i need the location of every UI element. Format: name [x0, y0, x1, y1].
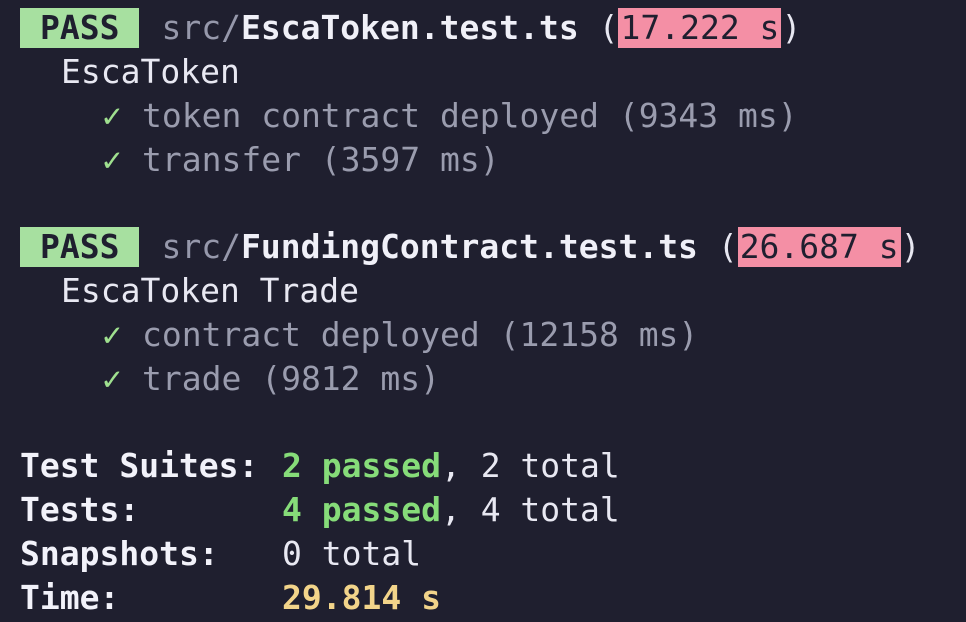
test-result-row: ✓ trade (9812 ms) — [20, 357, 966, 401]
test-result-text: trade (9812 ms) — [142, 359, 441, 398]
describe-block: EscaToken — [20, 50, 966, 94]
pass-badge: PASS — [20, 8, 140, 48]
suite-duration: 17.222 s — [618, 8, 782, 48]
suite-duration: 26.687 s — [737, 227, 901, 267]
check-icon: ✓ — [102, 140, 122, 179]
terminal-output: PASS src/EscaToken.test.ts (17.222 s) Esc… — [20, 6, 966, 620]
total-time: 29.814 s — [282, 578, 441, 617]
check-icon: ✓ — [102, 359, 122, 398]
test-result-row: ✓ transfer (3597 ms) — [20, 138, 966, 182]
summary-suites: Test Suites: 2 passed, 2 total — [20, 444, 966, 488]
suite-file-name: EscaToken.test.ts — [240, 8, 579, 47]
summary-tests: Tests: 4 passed, 4 total — [20, 488, 966, 532]
test-result-row: ✓ token contract deployed (9343 ms) — [20, 94, 966, 138]
describe-block: EscaToken Trade — [20, 269, 966, 313]
suite-path-dir: src/ — [161, 227, 241, 266]
passed-count: 2 passed — [282, 446, 441, 485]
total-count: , 2 total — [440, 446, 620, 485]
summary-snapshots: Snapshots: 0 total — [20, 532, 966, 576]
test-result-row: ✓ contract deployed (12158 ms) — [20, 313, 966, 357]
suite-file-name: FundingContract.test.ts — [240, 227, 698, 266]
test-result-text: transfer (3597 ms) — [142, 140, 500, 179]
summary-label: Time: — [20, 578, 120, 617]
open-paren: ( — [598, 8, 619, 47]
snapshot-total: 0 total — [282, 534, 422, 573]
pass-badge: PASS — [20, 227, 140, 267]
suite-header: PASS src/FundingContract.test.ts (26.687 … — [20, 225, 966, 269]
passed-count: 4 passed — [282, 490, 441, 529]
suite-path-dir: src/ — [161, 8, 241, 47]
check-icon: ✓ — [102, 96, 122, 135]
describe-name: EscaToken Trade — [61, 271, 360, 310]
open-paren: ( — [717, 227, 738, 266]
describe-name: EscaToken — [61, 52, 240, 91]
total-count: , 4 total — [440, 490, 620, 529]
summary-label: Test Suites: — [20, 446, 259, 485]
summary-label: Tests: — [20, 490, 140, 529]
close-paren: ) — [900, 227, 921, 266]
test-result-text: token contract deployed (9343 ms) — [142, 96, 798, 135]
check-icon: ✓ — [102, 315, 122, 354]
close-paren: ) — [781, 8, 802, 47]
suite-header: PASS src/EscaToken.test.ts (17.222 s) — [20, 6, 966, 50]
summary-time: Time: 29.814 s — [20, 576, 966, 620]
summary-label: Snapshots: — [20, 534, 219, 573]
test-result-text: contract deployed (12158 ms) — [142, 315, 699, 354]
